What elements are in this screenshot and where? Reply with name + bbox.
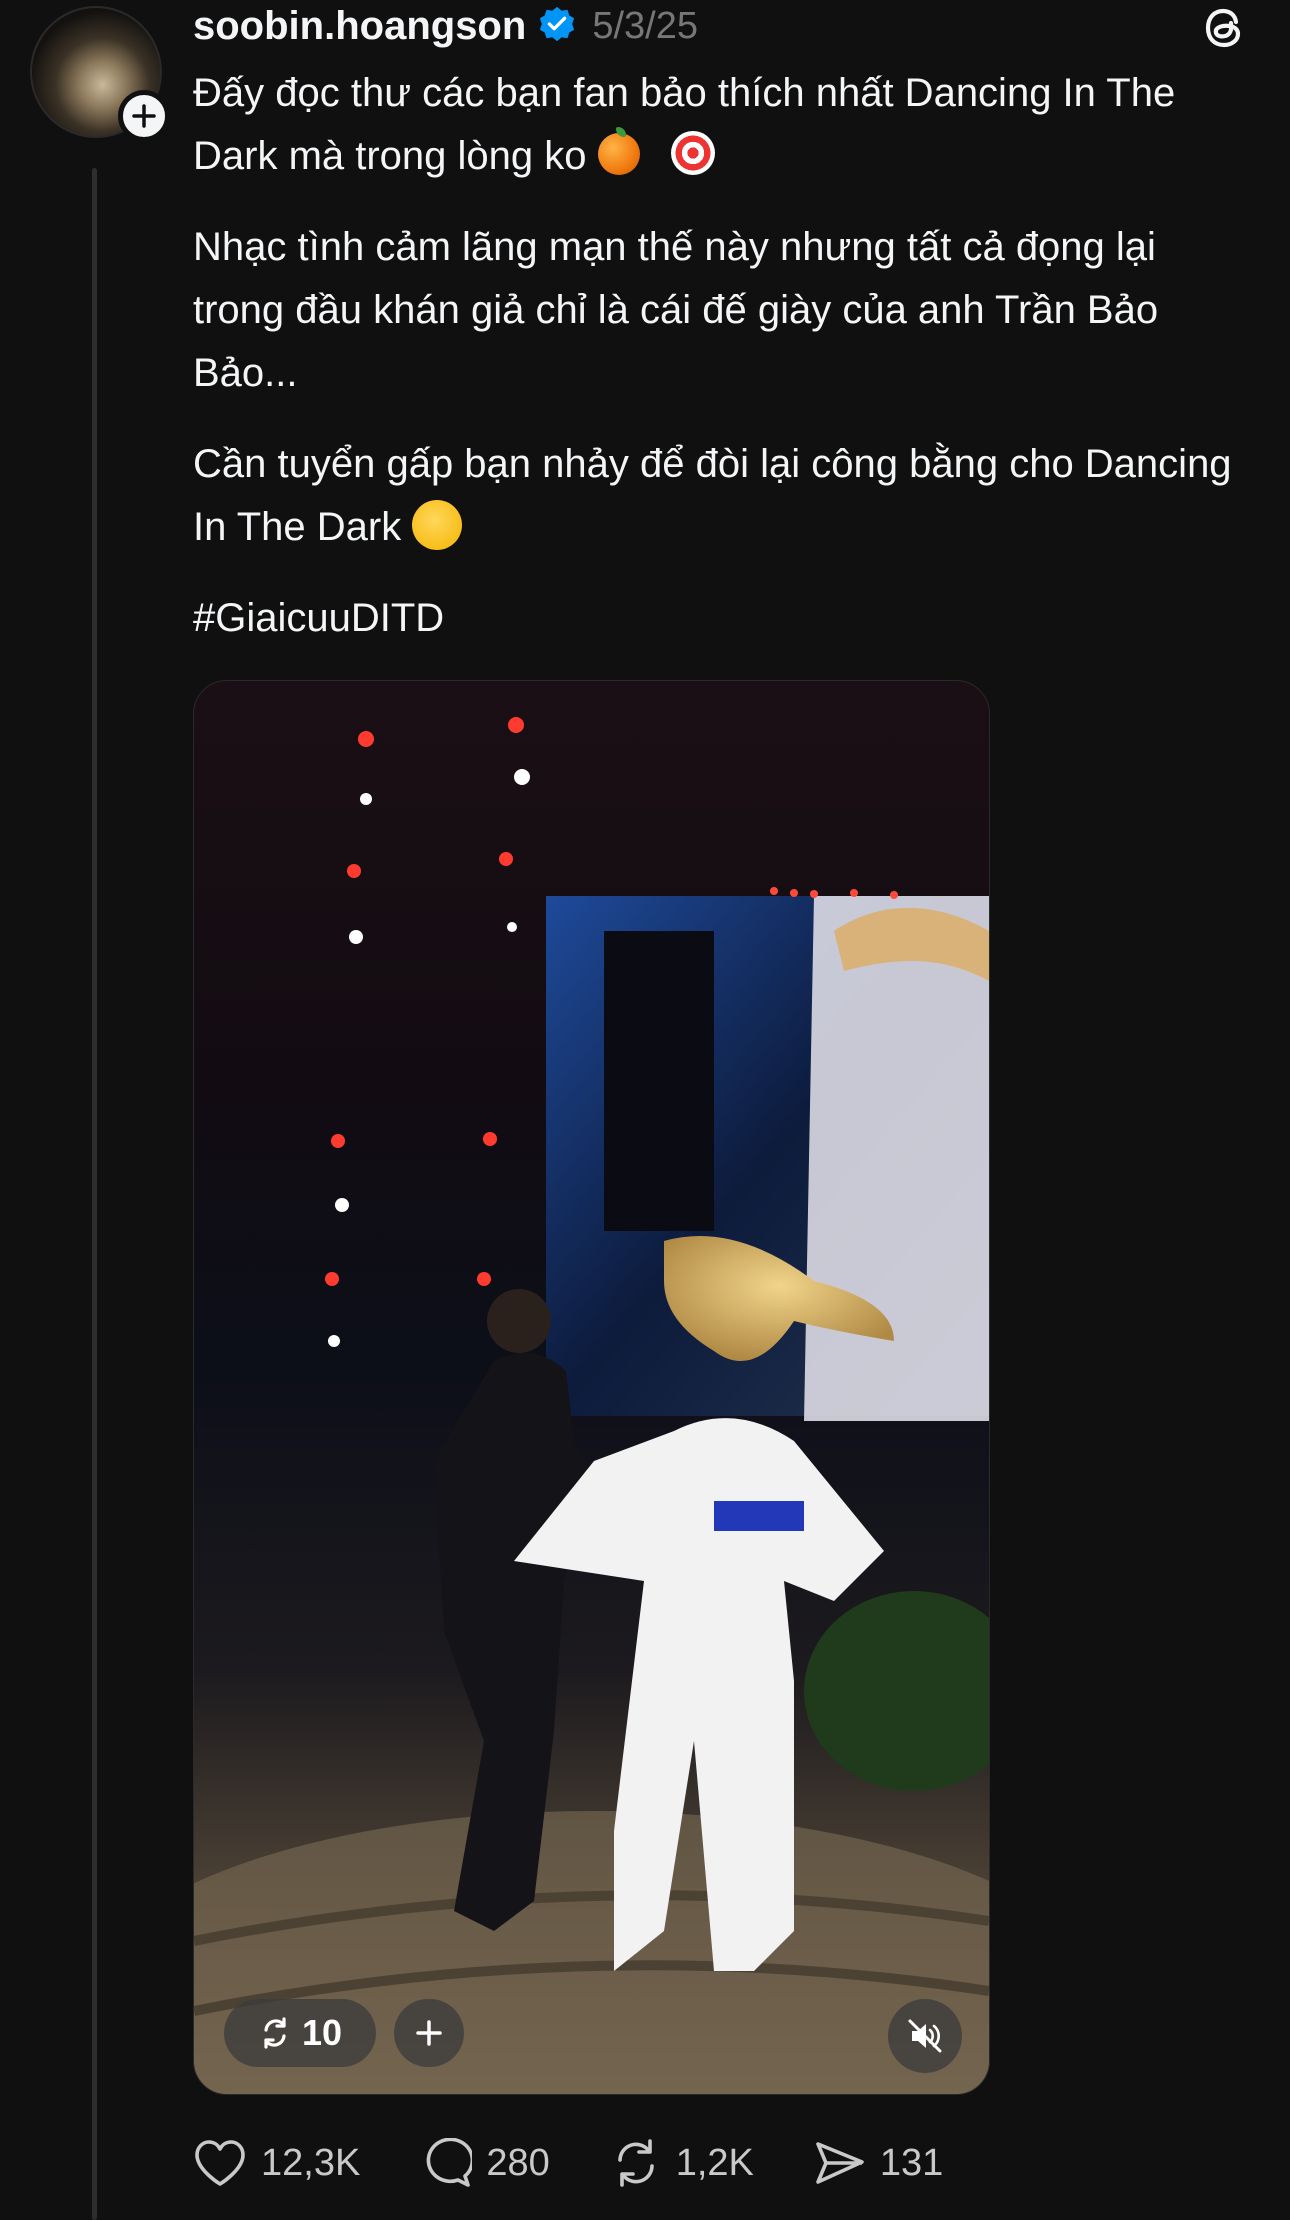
plus-icon bbox=[416, 2020, 442, 2046]
thread-line bbox=[92, 168, 97, 2220]
paragraph-2: Nhạc tình cảm lãng mạn thế này nhưng tất… bbox=[193, 225, 1159, 395]
follow-plus-icon[interactable] bbox=[118, 90, 170, 142]
username[interactable]: soobin.hoangson bbox=[193, 4, 526, 49]
mute-toggle-button[interactable] bbox=[888, 1999, 962, 2073]
repost-icon bbox=[617, 2139, 654, 2187]
share-button[interactable]: 131 bbox=[814, 2138, 943, 2188]
huffing-face-emoji-icon bbox=[412, 500, 463, 550]
post-body: Đấy đọc thư các bạn fan bảo thích nhất D… bbox=[193, 62, 1253, 678]
video-frame bbox=[194, 717, 989, 2094]
repost-count-pill[interactable]: 10 bbox=[224, 1999, 376, 2067]
dart-target-emoji-icon bbox=[670, 131, 715, 175]
threads-logo-icon[interactable] bbox=[1200, 2, 1248, 54]
hashtag-link[interactable]: #GiaicuuDITD bbox=[193, 587, 1253, 650]
post-date: 5/3/25 bbox=[592, 4, 698, 47]
share-count: 131 bbox=[879, 2141, 944, 2184]
speaker-muted-icon bbox=[908, 2019, 942, 2053]
heart-icon bbox=[195, 2140, 245, 2186]
post-header: soobin.hoangson 5/3/25 bbox=[193, 0, 698, 52]
repost-count: 1,2K bbox=[675, 2141, 754, 2184]
paragraph-1: Đấy đọc thư các bạn fan bảo thích nhất D… bbox=[193, 71, 1176, 178]
like-button[interactable]: 12,3K bbox=[193, 2138, 360, 2188]
paragraph-3: Cần tuyển gấp bạn nhảy để đòi lại công b… bbox=[193, 442, 1232, 550]
action-bar: 12,3K 280 1,2K 131 bbox=[193, 2138, 1003, 2188]
repost-count-label: 10 bbox=[301, 2012, 343, 2053]
comment-button[interactable]: 280 bbox=[420, 2138, 550, 2188]
verified-badge-icon bbox=[538, 5, 576, 48]
send-icon bbox=[816, 2142, 864, 2184]
video-player[interactable]: 10 bbox=[193, 680, 990, 2095]
orange-emoji-icon bbox=[597, 127, 640, 175]
add-button[interactable] bbox=[394, 1999, 464, 2067]
repost-icon bbox=[264, 2017, 286, 2049]
like-count: 12,3K bbox=[261, 2141, 361, 2184]
comment-count: 280 bbox=[486, 2141, 550, 2184]
comment-bubble-icon bbox=[426, 2138, 473, 2187]
repost-button[interactable]: 1,2K bbox=[610, 2138, 754, 2188]
